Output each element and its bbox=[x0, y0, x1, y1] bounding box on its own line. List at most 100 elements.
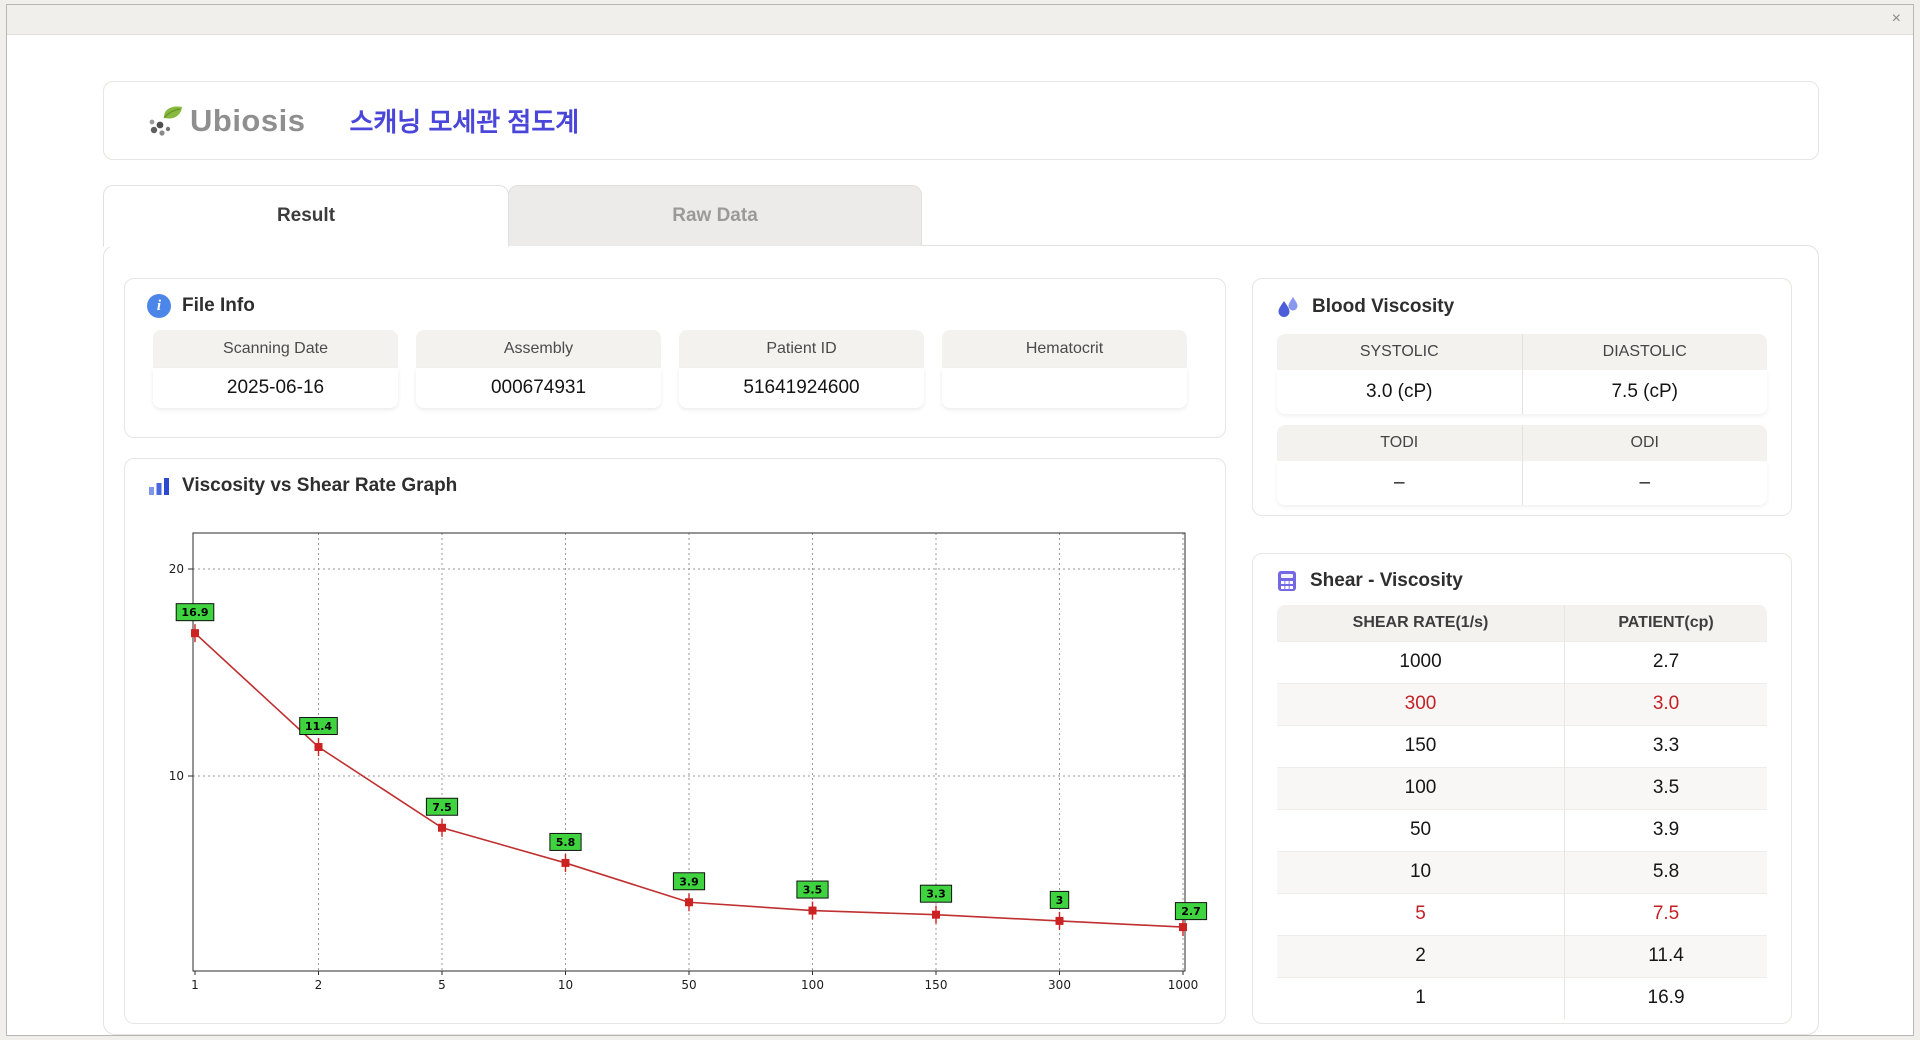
svg-text:3: 3 bbox=[1056, 894, 1064, 907]
patient-cell: 3.3 bbox=[1564, 724, 1767, 767]
file-info-field: Patient ID 51641924600 bbox=[679, 330, 924, 408]
tab-bar: Result Raw Data bbox=[103, 185, 922, 247]
blood-viscosity-value: 7.5 (cP) bbox=[1521, 370, 1768, 414]
table-row: 1000 2.7 bbox=[1277, 640, 1767, 683]
tab-raw-data[interactable]: Raw Data bbox=[508, 185, 922, 246]
field-value: 51641924600 bbox=[679, 368, 924, 408]
blood-viscosity-table: SYSTOLIC DIASTOLIC 3.0 (cP) 7.5 (cP) TODI ODI… bbox=[1253, 330, 1791, 505]
shear-viscosity-title-row: Shear - Viscosity bbox=[1253, 554, 1791, 603]
blood-viscosity-label-row: TODI ODI bbox=[1277, 425, 1767, 461]
patient-cell: 3.9 bbox=[1564, 808, 1767, 851]
patient-cell: 7.5 bbox=[1564, 892, 1767, 935]
table-row: 50 3.9 bbox=[1277, 808, 1767, 851]
blood-viscosity-card: Blood Viscosity SYSTOLIC DIASTOLIC 3.0 (cP… bbox=[1252, 278, 1792, 516]
svg-text:20: 20 bbox=[169, 562, 184, 576]
x-tick-labels: 1 2 5 10 50 100 150 300 1000 bbox=[191, 978, 1198, 992]
blood-viscosity-label: TODI bbox=[1277, 425, 1522, 461]
field-value: 000674931 bbox=[416, 368, 661, 408]
info-icon: i bbox=[147, 294, 171, 318]
file-info-card: i File Info Scanning Date 2025-06-16 Assem… bbox=[124, 278, 1226, 438]
window-titlebar: × bbox=[7, 5, 1913, 35]
svg-text:1000: 1000 bbox=[1168, 978, 1199, 992]
table-row: 150 3.3 bbox=[1277, 724, 1767, 767]
svg-text:2: 2 bbox=[315, 978, 323, 992]
file-info-title-row: i File Info bbox=[125, 279, 1225, 328]
blood-viscosity-value-row: 3.0 (cP) 7.5 (cP) bbox=[1277, 370, 1767, 414]
file-info-field: Hematocrit bbox=[942, 330, 1187, 408]
blood-viscosity-label-row: SYSTOLIC DIASTOLIC bbox=[1277, 334, 1767, 370]
tab-result[interactable]: Result bbox=[103, 185, 509, 247]
svg-text:5.8: 5.8 bbox=[556, 836, 576, 849]
blood-viscosity-title: Blood Viscosity bbox=[1312, 296, 1455, 317]
chart-marker bbox=[561, 858, 570, 867]
blood-viscosity-title-row: Blood Viscosity bbox=[1253, 279, 1791, 330]
svg-text:2.7: 2.7 bbox=[1181, 905, 1201, 918]
table-row: 5 7.5 bbox=[1277, 892, 1767, 935]
content-panel: i File Info Scanning Date 2025-06-16 Assem… bbox=[103, 245, 1819, 1035]
column-header: SHEAR RATE(1/s) bbox=[1277, 605, 1565, 641]
blood-viscosity-label: SYSTOLIC bbox=[1277, 334, 1522, 370]
table-row: 300 3.0 bbox=[1277, 682, 1767, 725]
field-label: Assembly bbox=[416, 330, 661, 368]
blood-viscosity-value: – bbox=[1393, 472, 1405, 493]
chart-marker bbox=[808, 906, 817, 915]
close-icon[interactable]: × bbox=[1892, 9, 1901, 29]
field-label: Patient ID bbox=[679, 330, 924, 368]
chart-marker bbox=[1179, 923, 1187, 932]
blood-viscosity-value: 3.0 (cP) bbox=[1365, 381, 1433, 402]
field-value: 2025-06-16 bbox=[153, 368, 398, 408]
svg-text:16.9: 16.9 bbox=[181, 606, 208, 619]
shear-rate-cell: 1000 bbox=[1277, 640, 1565, 683]
blood-viscosity-label: DIASTOLIC bbox=[1521, 334, 1767, 370]
y-tick-labels: 10 20 bbox=[169, 562, 184, 783]
application-window: × Ubiosis 스캐닝 모세관 점도계 Result Raw Data i … bbox=[6, 4, 1914, 1036]
svg-text:3.5: 3.5 bbox=[803, 884, 823, 897]
field-label: Scanning Date bbox=[153, 330, 398, 368]
grid-calculator-icon bbox=[1278, 571, 1296, 591]
water-drops-icon bbox=[1278, 297, 1298, 317]
svg-text:7.5: 7.5 bbox=[432, 801, 452, 814]
shear-viscosity-title: Shear - Viscosity bbox=[1310, 570, 1463, 591]
shear-rate-cell: 150 bbox=[1277, 724, 1565, 767]
logo-leaf-dots-icon bbox=[149, 105, 182, 136]
table-row: 2 11.4 bbox=[1277, 934, 1767, 977]
ubiosis-logo: Ubiosis bbox=[144, 103, 305, 139]
page-title: 스캐닝 모세관 점도계 bbox=[349, 107, 580, 137]
svg-text:50: 50 bbox=[681, 978, 696, 992]
blood-viscosity-label: ODI bbox=[1521, 425, 1767, 461]
patient-cell: 3.5 bbox=[1564, 766, 1767, 809]
shear-rate-cell: 2 bbox=[1277, 934, 1565, 977]
chart-marker bbox=[191, 629, 199, 638]
file-info-title: File Info bbox=[182, 295, 255, 316]
table-row: 100 3.5 bbox=[1277, 766, 1767, 809]
chart-marker bbox=[1055, 916, 1064, 925]
file-info-field: Assembly 000674931 bbox=[416, 330, 661, 408]
svg-text:10: 10 bbox=[558, 978, 573, 992]
svg-text:5: 5 bbox=[438, 978, 446, 992]
blood-viscosity-group: TODI ODI – – bbox=[1277, 425, 1767, 505]
shear-rate-cell: 50 bbox=[1277, 808, 1565, 851]
column-header: PATIENT(cp) bbox=[1564, 605, 1767, 641]
viscosity-chart: 1 2 5 10 50 100 150 300 1000 10 20 16.9 11.4 7.5 5.8 3.… bbox=[169, 532, 1208, 992]
table-row: 10 5.8 bbox=[1277, 850, 1767, 893]
chart-marker bbox=[438, 823, 446, 832]
graph-title: Viscosity vs Shear Rate Graph bbox=[182, 475, 458, 496]
window-content: Ubiosis 스캐닝 모세관 점도계 Result Raw Data i Fi… bbox=[7, 35, 1913, 1035]
shear-table-header-row: SHEAR RATE(1/s) PATIENT(cp) bbox=[1277, 605, 1767, 641]
blood-viscosity-value: – bbox=[1521, 461, 1768, 505]
patient-cell: 16.9 bbox=[1564, 976, 1767, 1019]
field-label: Hematocrit bbox=[942, 330, 1187, 368]
chart-marker bbox=[685, 898, 693, 907]
svg-text:1: 1 bbox=[191, 978, 199, 992]
patient-cell: 3.0 bbox=[1564, 682, 1767, 725]
patient-cell: 2.7 bbox=[1564, 640, 1767, 683]
patient-cell: 5.8 bbox=[1564, 850, 1767, 893]
field-value bbox=[942, 368, 1187, 408]
shear-rate-cell: 5 bbox=[1277, 892, 1565, 935]
file-info-fields: Scanning Date 2025-06-16 Assembly 000674931… bbox=[125, 328, 1225, 410]
chart-marker bbox=[932, 910, 940, 919]
svg-text:11.4: 11.4 bbox=[305, 720, 332, 733]
file-info-field: Scanning Date 2025-06-16 bbox=[153, 330, 398, 408]
blood-viscosity-value-row: – – bbox=[1277, 461, 1767, 505]
svg-text:3.9: 3.9 bbox=[679, 875, 699, 888]
